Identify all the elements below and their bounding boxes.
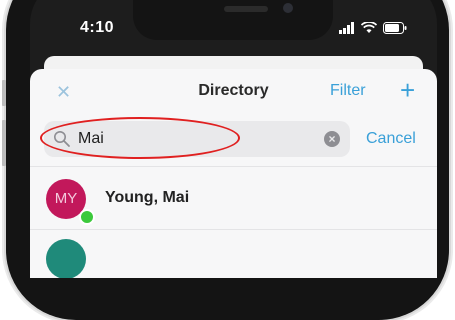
status-time: 4:10 xyxy=(80,19,115,36)
side-button xyxy=(2,80,6,106)
phone-screen: 4:10 ✕ Directory Filter + Mai × Cancel M… xyxy=(30,0,437,278)
annotation-ellipse xyxy=(40,117,240,159)
speaker xyxy=(224,6,268,12)
battery-icon xyxy=(383,22,407,34)
side-button xyxy=(2,120,6,166)
presence-online-icon xyxy=(79,209,95,225)
cancel-button[interactable]: Cancel xyxy=(366,130,416,148)
front-camera xyxy=(283,3,293,13)
page-title: Directory xyxy=(198,82,269,99)
wifi-icon xyxy=(361,22,377,33)
status-icons xyxy=(339,22,407,34)
list-item[interactable]: MY Young, Mai xyxy=(30,175,437,225)
contact-name: Young, Mai xyxy=(105,189,190,206)
clear-search-icon[interactable]: × xyxy=(324,131,340,147)
signal-icon xyxy=(339,22,354,34)
filter-button[interactable]: Filter xyxy=(330,82,366,100)
add-button[interactable]: + xyxy=(400,75,415,106)
avatar[interactable] xyxy=(46,239,86,278)
notch xyxy=(133,0,333,40)
directory-sheet: ✕ Directory Filter + Mai × Cancel MY You… xyxy=(30,69,437,278)
divider xyxy=(30,229,437,230)
divider xyxy=(30,166,437,167)
phone-frame: 4:10 ✕ Directory Filter + Mai × Cancel M… xyxy=(2,0,449,320)
